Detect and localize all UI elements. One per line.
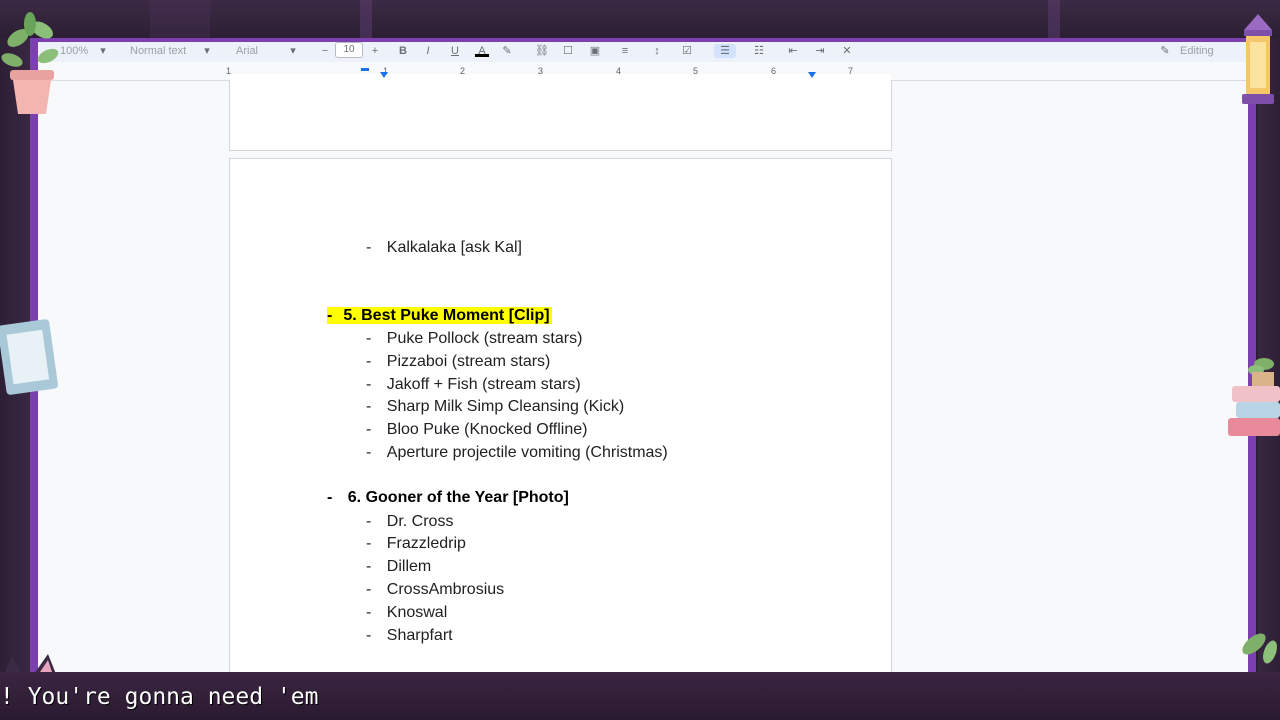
- book-stack-icon: [1228, 358, 1280, 436]
- overlay-beam: [360, 0, 372, 38]
- overlay-top-frame: [0, 0, 1280, 38]
- caption-text: ! You're gonna need 'em: [0, 684, 319, 710]
- overlay-purple-border: [30, 38, 1256, 672]
- cat-ears-icon: [4, 654, 56, 674]
- overlay-beam: [1048, 0, 1060, 38]
- potted-plant-icon: [1, 12, 59, 114]
- lantern-icon: [1242, 14, 1274, 104]
- overlay-beam: [150, 0, 210, 38]
- picture-frame-icon: [0, 319, 58, 395]
- corner-leaves-icon: [1242, 633, 1277, 664]
